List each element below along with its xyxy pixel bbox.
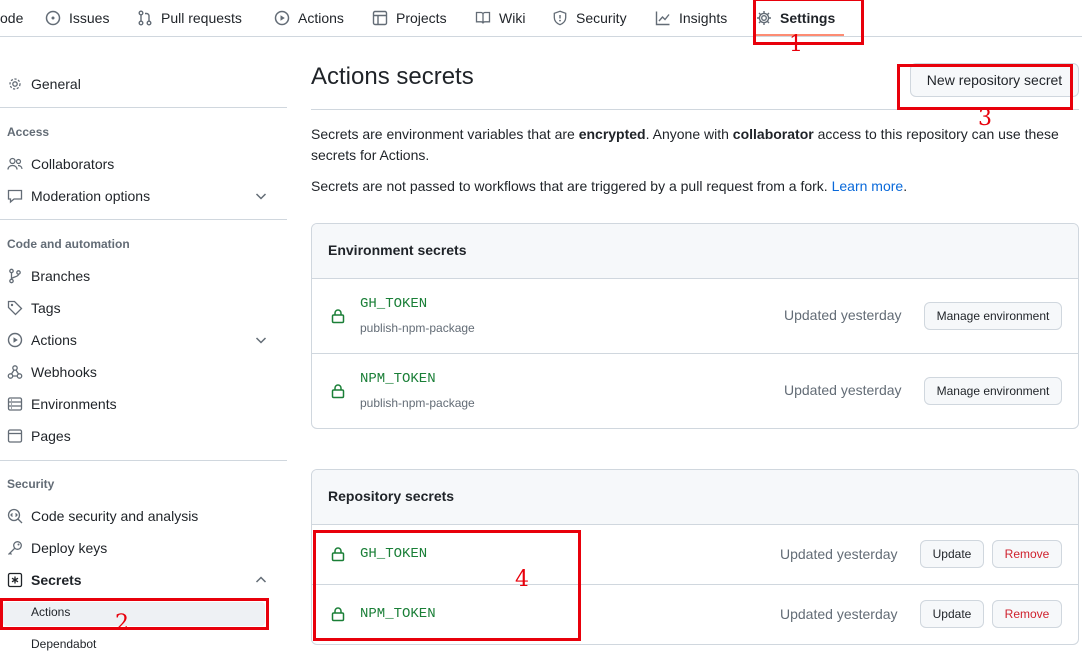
chevron-down-icon (255, 193, 267, 200)
environment-secrets-heading: Environment secrets (328, 242, 467, 258)
repository-secrets-heading: Repository secrets (328, 488, 455, 504)
sidebar-item-secrets[interactable]: Secrets (7, 566, 277, 594)
page-title: Actions secrets (311, 63, 474, 90)
graph-icon (655, 11, 670, 26)
sidebar-item-moderation[interactable]: Moderation options (7, 182, 277, 210)
manage-environment-button[interactable]: Manage environment (924, 377, 1062, 405)
tag-icon (7, 300, 23, 316)
sidebar-item-deploy-keys[interactable]: Deploy keys (7, 534, 277, 562)
sidebar-item-code-security[interactable]: Code security and analysis (7, 502, 277, 530)
sidebar-item-webhooks[interactable]: Webhooks (7, 358, 277, 386)
sidebar-item-tags[interactable]: Tags (7, 294, 277, 322)
chevron-up-icon (255, 576, 267, 583)
remove-button[interactable]: Remove (992, 540, 1062, 568)
lock-icon (331, 384, 345, 399)
secret-name: NPM_TOKEN (360, 371, 436, 387)
sidebar-divider (0, 460, 287, 461)
sidebar-item-general[interactable]: General (7, 70, 277, 98)
annotation-number-2: 2 (115, 611, 129, 636)
row-divider (312, 353, 1078, 354)
lock-icon (331, 309, 345, 324)
tab-projects[interactable]: Projects (372, 0, 447, 36)
book-icon (475, 11, 491, 24)
sidebar-item-pages[interactable]: Pages (7, 422, 277, 450)
secret-environment: publish-npm-package (360, 396, 475, 410)
asterisk-icon (7, 572, 23, 588)
secret-updated: Updated yesterday (780, 606, 898, 622)
remove-button[interactable]: Remove (992, 600, 1062, 628)
webhook-icon (7, 365, 23, 379)
key-icon (8, 541, 22, 555)
people-icon (7, 157, 23, 170)
tab-code[interactable]: ode (0, 0, 23, 36)
play-icon (7, 332, 23, 348)
report-icon (7, 189, 23, 204)
intro-paragraph: Secrets are environment variables that a… (311, 126, 1059, 163)
codescan-icon (7, 508, 23, 524)
gear-icon (9, 78, 21, 90)
repo-nav: ode Issues Pull requests Actions Project… (0, 0, 1082, 37)
secret-updated: Updated yesterday (784, 382, 902, 398)
pull-request-icon (138, 10, 152, 26)
tab-insights[interactable]: Insights (655, 0, 727, 36)
sidebar-item-environments[interactable]: Environments (7, 390, 277, 418)
environment-secrets-header: Environment secrets (312, 224, 1078, 279)
branch-icon (9, 268, 21, 284)
tab-issues[interactable]: Issues (45, 0, 109, 36)
annotation-box-new-secret (897, 64, 1073, 110)
secret-environment: publish-npm-package (360, 321, 475, 335)
secret-updated: Updated yesterday (784, 307, 902, 323)
sidebar-heading-access: Access (7, 125, 50, 139)
annotation-box-actions (0, 598, 269, 630)
sidebar-item-collaborators[interactable]: Collaborators (7, 150, 277, 178)
secret-updated: Updated yesterday (780, 546, 898, 562)
annotation-number-1: 1 (789, 32, 803, 57)
sidebar-item-actions[interactable]: Actions (7, 326, 277, 354)
sidebar-subitem-dependabot[interactable]: Dependabot (31, 637, 96, 651)
sidebar-item-branches[interactable]: Branches (7, 262, 277, 290)
annotation-box-repo-secrets (313, 530, 581, 641)
environment-secrets-panel: Environment secrets GH_TOKEN publish-npm… (311, 223, 1079, 429)
chevron-down-icon (255, 337, 267, 344)
tab-security[interactable]: Security (552, 0, 627, 36)
server-icon (7, 397, 23, 411)
sidebar-heading-security: Security (7, 477, 55, 491)
shield-icon (553, 10, 567, 26)
annotation-number-4: 4 (515, 567, 529, 592)
repository-secrets-header: Repository secrets (312, 470, 1078, 525)
browser-icon (7, 429, 23, 443)
learn-more-link[interactable]: Learn more (832, 178, 904, 194)
tab-wiki[interactable]: Wiki (475, 0, 525, 36)
play-icon (274, 10, 290, 26)
secret-name: GH_TOKEN (360, 296, 428, 312)
tab-pull-requests[interactable]: Pull requests (137, 0, 242, 36)
issue-icon (45, 10, 61, 26)
fork-note-paragraph: Secrets are not passed to workflows that… (311, 178, 908, 194)
sidebar-divider (0, 219, 287, 220)
sidebar-heading-code-automation: Code and automation (7, 237, 130, 251)
manage-environment-button[interactable]: Manage environment (924, 302, 1062, 330)
tab-actions[interactable]: Actions (274, 0, 344, 36)
annotation-number-3: 3 (978, 106, 992, 131)
update-button[interactable]: Update (920, 540, 984, 568)
sidebar-divider (0, 107, 287, 108)
table-icon (372, 10, 388, 26)
annotation-box-settings (753, 0, 864, 45)
update-button[interactable]: Update (920, 600, 984, 628)
